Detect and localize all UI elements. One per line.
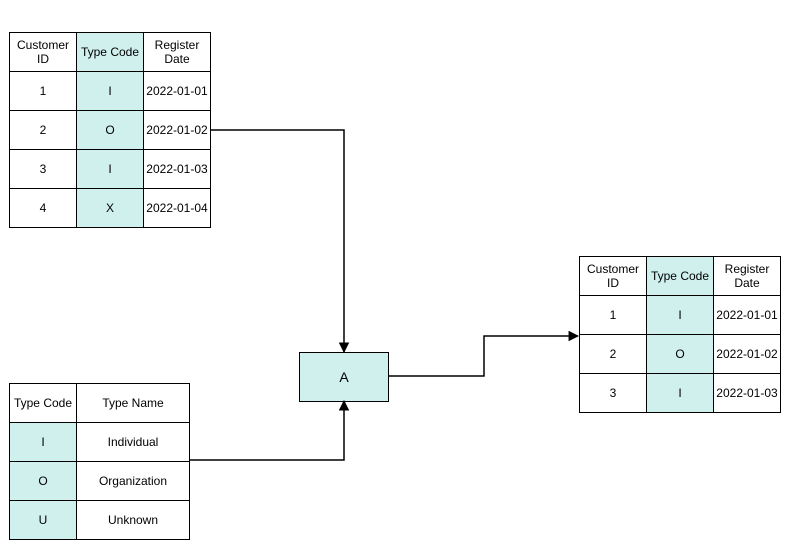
operation-label: A (339, 369, 348, 385)
cell: I (647, 374, 714, 413)
cell: 2022-01-02 (714, 335, 781, 374)
cell: 2022-01-04 (144, 189, 211, 228)
customer-table-output: Customer ID Type Code Register Date 1 I … (579, 256, 781, 413)
cell: 2022-01-01 (714, 296, 781, 335)
type-lookup-table: Type Code Type Name I Individual O Organ… (9, 383, 190, 540)
cell: 3 (580, 374, 647, 413)
cell: 2 (580, 335, 647, 374)
col-header: Type Code (10, 384, 77, 423)
cell: 2022-01-02 (144, 111, 211, 150)
cell: I (10, 423, 77, 462)
cell: I (77, 72, 144, 111)
cell: I (647, 296, 714, 335)
col-header: Register Date (144, 33, 211, 72)
cell: Organization (77, 462, 190, 501)
cell: Individual (77, 423, 190, 462)
cell: 4 (10, 189, 77, 228)
cell: 1 (10, 72, 77, 111)
col-header: Type Code (77, 33, 144, 72)
cell: 1 (580, 296, 647, 335)
cell: 2022-01-03 (714, 374, 781, 413)
cell: Unknown (77, 501, 190, 540)
col-header: Customer ID (580, 257, 647, 296)
col-header: Register Date (714, 257, 781, 296)
cell: O (10, 462, 77, 501)
col-header: Type Name (77, 384, 190, 423)
cell: O (647, 335, 714, 374)
cell: I (77, 150, 144, 189)
cell: 2022-01-01 (144, 72, 211, 111)
col-header: Type Code (647, 257, 714, 296)
cell: O (77, 111, 144, 150)
customer-table-input: Customer ID Type Code Register Date 1 I … (9, 32, 211, 228)
operation-box-a: A (299, 352, 389, 402)
cell: 2 (10, 111, 77, 150)
cell: 3 (10, 150, 77, 189)
cell: U (10, 501, 77, 540)
cell: X (77, 189, 144, 228)
cell: 2022-01-03 (144, 150, 211, 189)
col-header: Customer ID (10, 33, 77, 72)
